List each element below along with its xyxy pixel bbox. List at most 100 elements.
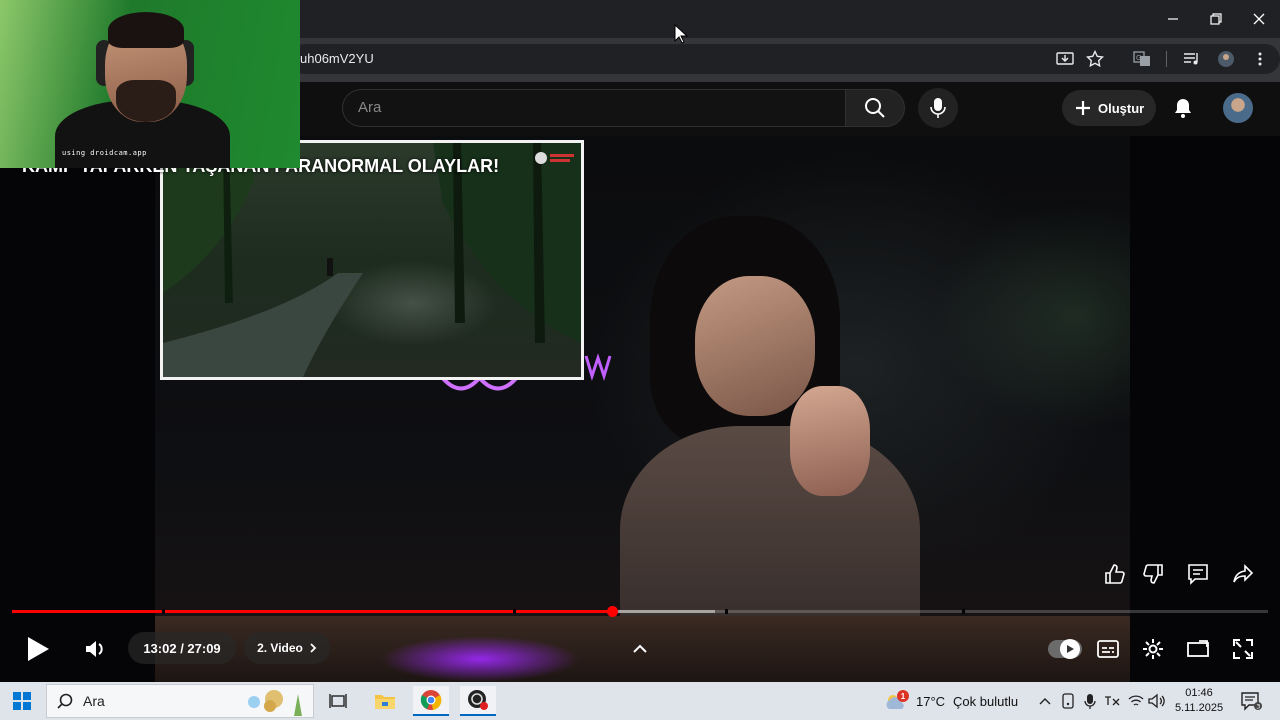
comments-button[interactable] [1183,560,1213,588]
obs-button[interactable] [460,686,496,716]
miniplayer-icon [1187,640,1209,657]
chapter-marker [725,609,728,614]
play-button[interactable] [22,634,54,664]
thumbs-up-icon [1105,564,1125,584]
gear-icon [1143,639,1163,659]
settings-button[interactable] [1139,636,1167,662]
install-app-button[interactable] [1053,48,1077,70]
search-button[interactable] [845,89,905,127]
tray-microphone-button[interactable] [1080,690,1100,712]
bookmark-button[interactable] [1083,48,1107,70]
miniplayer-button[interactable] [1184,636,1212,662]
notifications-button[interactable] [1170,94,1196,122]
restore-button[interactable] [1193,0,1239,38]
chevron-right-icon [310,643,317,653]
forest-road [163,143,581,377]
chrome-button[interactable] [413,686,449,716]
search-icon [865,98,885,118]
start-button[interactable] [10,690,34,712]
windows-icon [13,692,31,710]
tray-language-button[interactable] [1102,690,1122,712]
chapter-label: 2. Video [257,641,303,655]
play-icon [28,637,49,661]
tray-device-button[interactable] [1058,690,1078,712]
keyboard-icon [1105,696,1120,706]
notification-count: 3 [1256,702,1260,710]
search-icon [57,693,73,709]
search-placeholder: Ara [358,99,382,116]
play-small-icon [1067,645,1074,653]
comment-icon [1188,564,1208,585]
plus-icon [1076,101,1090,115]
webcam-person-beard [116,80,176,122]
like-button[interactable] [1100,560,1130,588]
webcam-person-hair [108,12,184,48]
chapter-button[interactable]: 2. Video [244,632,330,664]
close-icon [1253,13,1265,25]
task-view-button[interactable] [320,686,356,716]
file-explorer-button[interactable] [367,686,403,716]
translate-icon: G [1133,51,1150,66]
restore-icon [1210,13,1222,25]
create-button[interactable]: Oluştur [1062,90,1156,126]
show-hidden-icons-button[interactable] [1035,690,1055,712]
minimize-icon [1168,18,1178,20]
extensions-icon [1218,51,1234,67]
star-icon [1086,50,1104,68]
media-controls-button[interactable] [1180,48,1204,70]
clock-date: 5.11.2025 [1174,702,1224,714]
expand-chapters-button[interactable] [628,638,652,660]
chrome-icon [420,690,442,710]
dislike-button[interactable] [1138,560,1168,588]
taskbar-clock[interactable]: 01:46 5.11.2025 [1168,686,1230,716]
volume-button[interactable] [82,636,110,662]
time-display: 13:02 / 27:09 [128,632,236,664]
weather-text: Çok bulutlu [953,693,1019,709]
wifi-icon [1128,695,1144,706]
url-text[interactable]: uh06mV2YU [300,51,374,66]
mouse-cursor-icon [674,24,688,44]
device-icon [1062,693,1074,709]
folder-icon [375,695,395,709]
chapter-marker [162,609,165,614]
profile-button[interactable] [1214,48,1238,70]
video-subject-hands [790,386,870,496]
tray-wifi-button[interactable] [1126,690,1146,712]
svg-text:G: G [1136,54,1141,62]
tray-volume-button[interactable] [1147,690,1167,712]
notification-icon: 3 [1241,692,1262,711]
volume-icon [1148,693,1165,709]
subtitles-icon [1097,640,1119,658]
fullscreen-button[interactable] [1229,636,1257,662]
media-icon [1184,53,1198,65]
notification-center-button[interactable]: 3 [1238,690,1264,712]
webcam-watermark: using droidcam.app [62,149,147,157]
search-highlight-icon [248,690,302,716]
share-button[interactable] [1228,560,1258,588]
avatar[interactable] [1223,93,1253,123]
neon-glow [380,636,580,682]
microphone-icon [1084,694,1096,709]
voice-search-button[interactable] [918,88,958,128]
taskbar-search-placeholder: Ara [83,693,105,709]
translate-button[interactable]: G [1130,48,1154,70]
chevron-up-icon [633,644,647,653]
chapter-marker [962,609,965,614]
close-button[interactable] [1236,0,1280,38]
channel-logo-icon [535,152,574,164]
progress-played [12,610,613,613]
microphone-icon [930,98,946,118]
autoplay-knob[interactable] [1060,639,1080,659]
video-subject-face [695,276,815,416]
task-view-icon [329,694,347,708]
fullscreen-icon [1233,639,1253,659]
subtitles-button[interactable] [1094,636,1122,662]
browser-menu-button[interactable] [1248,48,1272,70]
share-icon [1233,564,1254,583]
chapter-marker [513,609,516,614]
volume-icon [86,641,103,657]
menu-icon [1258,52,1262,66]
webcam-overlay: using droidcam.app [0,0,300,168]
minimize-button[interactable] [1150,0,1196,38]
search-input[interactable] [342,89,846,127]
